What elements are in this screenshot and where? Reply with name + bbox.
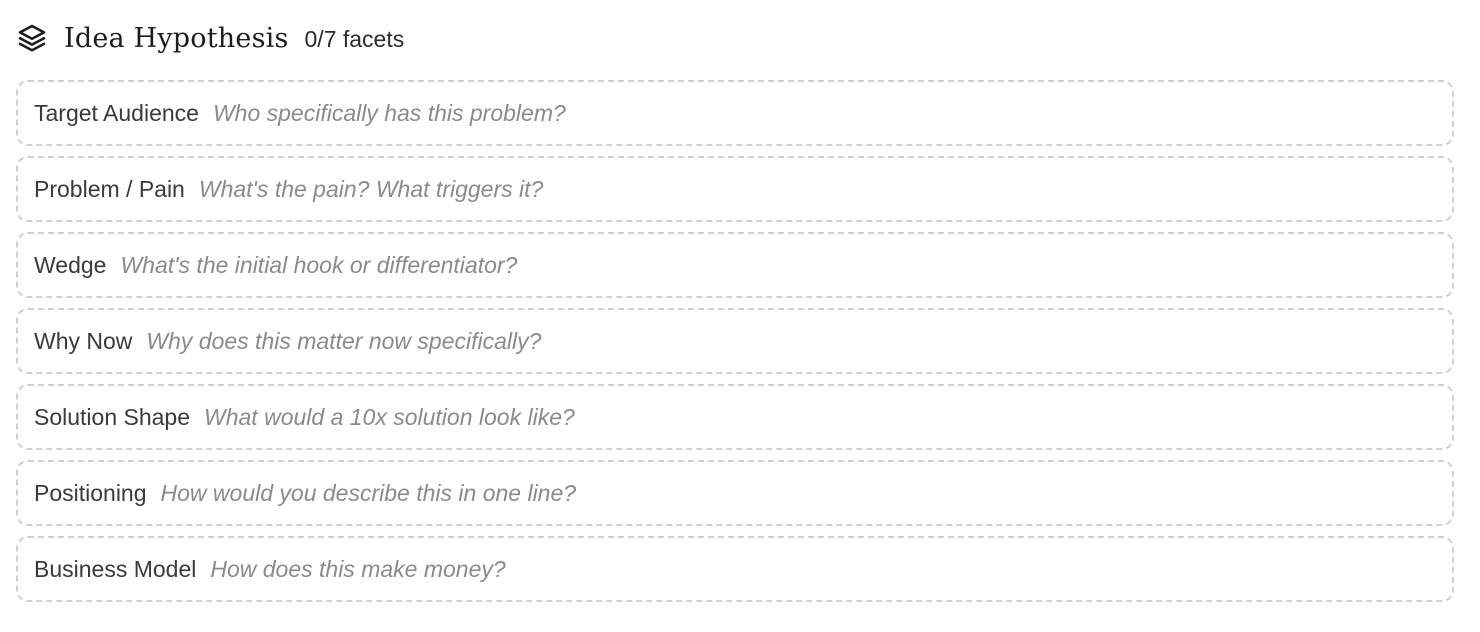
facet-label: Target Audience <box>34 99 199 126</box>
facet-target-audience[interactable]: Target Audience Who specifically has thi… <box>16 80 1454 146</box>
facet-label: Business Model <box>34 555 197 582</box>
facet-prompt: How would you describe this in one line? <box>160 479 577 506</box>
facet-prompt: How does this make money? <box>210 555 506 582</box>
facet-prompt: What would a 10x solution look like? <box>204 403 575 430</box>
facet-prompt: What's the initial hook or differentiato… <box>120 251 518 278</box>
facet-label: Wedge <box>34 251 107 278</box>
panel-header: Idea Hypothesis 0/7 facets <box>16 0 1454 74</box>
facet-positioning[interactable]: Positioning How would you describe this … <box>16 460 1454 526</box>
facet-problem-pain[interactable]: Problem / Pain What's the pain? What tri… <box>16 156 1454 222</box>
facet-count: 0/7 facets <box>304 25 405 52</box>
panel-title: Idea Hypothesis <box>64 22 289 54</box>
facet-solution-shape[interactable]: Solution Shape What would a 10x solution… <box>16 384 1454 450</box>
facet-prompt: Why does this matter now specifically? <box>146 327 542 354</box>
facet-label: Positioning <box>34 479 147 506</box>
facet-business-model[interactable]: Business Model How does this make money? <box>16 536 1454 602</box>
facet-prompt: Who specifically has this problem? <box>212 99 566 126</box>
facet-label: Solution Shape <box>34 403 191 430</box>
facet-list: Target Audience Who specifically has thi… <box>16 80 1454 602</box>
facet-why-now[interactable]: Why Now Why does this matter now specifi… <box>16 308 1454 374</box>
facet-wedge[interactable]: Wedge What's the initial hook or differe… <box>16 232 1454 298</box>
idea-hypothesis-panel: Idea Hypothesis 0/7 facets Target Audien… <box>16 0 1454 602</box>
layers-icon <box>16 22 48 54</box>
facet-label: Problem / Pain <box>34 175 185 202</box>
facet-label: Why Now <box>34 327 133 354</box>
facet-prompt: What's the pain? What triggers it? <box>198 175 544 202</box>
